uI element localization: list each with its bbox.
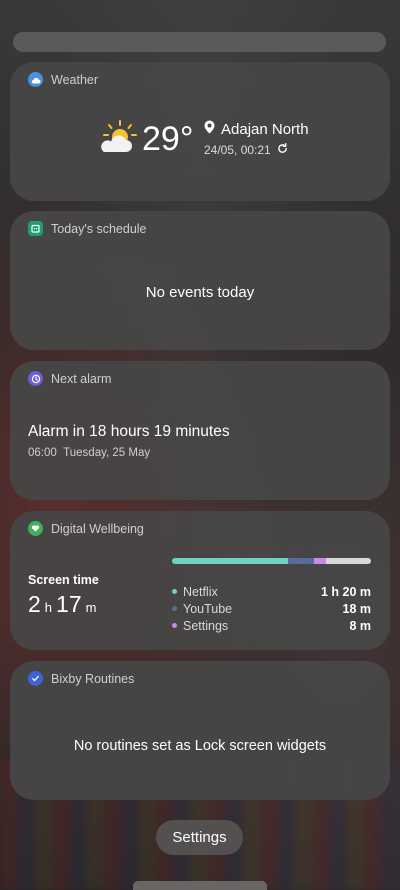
alarm-date: Tuesday, 25 May: [63, 447, 151, 459]
app-time: 8 m: [349, 618, 371, 633]
wellbeing-header: Digital Wellbeing: [28, 521, 144, 536]
routines-title: Bixby Routines: [51, 671, 135, 686]
weather-updated-time: 24/05, 00:21: [204, 143, 271, 157]
screen-time-label: Screen time: [28, 573, 99, 587]
usage-segment-netflix: [172, 558, 289, 564]
screen-time-minutes: 17: [56, 591, 82, 617]
no-events-text: No events today: [145, 284, 255, 301]
alarm-header: Next alarm: [28, 371, 111, 386]
app-row-youtube: YouTube 18 m: [172, 600, 371, 617]
routines-check-icon: [28, 671, 43, 686]
youtube-dot: [172, 606, 177, 611]
settings-button[interactable]: Settings: [156, 820, 243, 855]
app-time: 1 h 20 m: [320, 584, 371, 599]
routines-header: Bixby Routines: [28, 671, 134, 686]
alarm-clock-icon: [28, 371, 43, 386]
app-name: YouTube: [183, 601, 233, 616]
app-time: 18 m: [342, 601, 372, 616]
partly-cloudy-icon: [98, 120, 138, 159]
location-pin-icon: [204, 120, 215, 138]
weather-location: Adajan North 24/05, 00:21: [204, 120, 309, 157]
usage-segment-settings: [314, 558, 326, 564]
schedule-header: Today's schedule: [28, 221, 147, 236]
app-usage-bar: [172, 558, 371, 564]
temperature: 29°: [142, 120, 194, 158]
alarm-details: 06:00 Tuesday, 25 May: [28, 447, 150, 459]
screen-time-value: 2 h 17 m: [28, 591, 100, 618]
screen-time-hours: 2: [28, 591, 41, 617]
bixby-routines-widget[interactable]: Bixby Routines No routines set as Lock s…: [10, 661, 390, 800]
alarm-time: 06:00: [28, 447, 57, 459]
app-name: Netflix: [183, 584, 218, 599]
netflix-dot: [172, 589, 177, 594]
weather-title: Weather: [51, 72, 99, 87]
app-usage-list: Netflix 1 h 20 m YouTube 18 m Settings 8…: [172, 583, 371, 634]
refresh-icon[interactable]: [277, 143, 288, 157]
no-routines-text: No routines set as Lock screen widgets: [73, 738, 327, 754]
usage-segment-other: [325, 558, 371, 564]
schedule-title: Today's schedule: [51, 221, 147, 236]
settings-dot: [172, 623, 177, 628]
schedule-widget[interactable]: Today's schedule No events today: [10, 211, 390, 350]
wellbeing-title: Digital Wellbeing: [51, 521, 144, 536]
usage-segment-youtube: [288, 558, 315, 564]
digital-wellbeing-widget[interactable]: Digital Wellbeing Screen time 2 h 17 m N…: [10, 511, 390, 650]
weather-main: 29°: [98, 120, 193, 159]
wellbeing-heart-icon: [28, 521, 43, 536]
app-row-settings: Settings 8 m: [172, 617, 371, 634]
app-row-netflix: Netflix 1 h 20 m: [172, 583, 371, 600]
top-widget-handle[interactable]: [13, 32, 386, 52]
alarm-widget[interactable]: Next alarm Alarm in 18 hours 19 minutes …: [10, 361, 390, 500]
location-name: Adajan North: [221, 120, 309, 138]
weather-cloud-icon: [28, 72, 43, 87]
weather-widget[interactable]: Weather 29° Adajan North 24/05, 00:21: [10, 62, 390, 201]
app-name: Settings: [183, 618, 229, 633]
alarm-title: Next alarm: [51, 371, 112, 386]
bottom-handle[interactable]: [133, 881, 267, 890]
alarm-summary: Alarm in 18 hours 19 minutes: [28, 423, 230, 440]
calendar-icon: [28, 221, 43, 236]
weather-header: Weather: [28, 72, 98, 87]
hours-unit: h: [44, 600, 53, 615]
minutes-unit: m: [85, 600, 97, 615]
